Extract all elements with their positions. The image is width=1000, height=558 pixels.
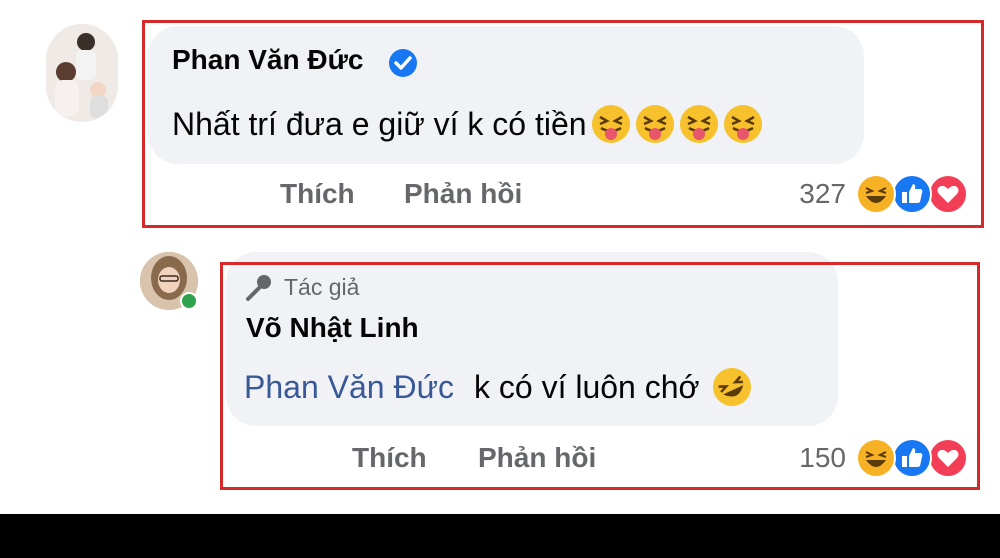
squinting-tongue-emoji-icon	[679, 104, 719, 144]
reply-like-button[interactable]: Thích	[352, 442, 427, 474]
comment-author[interactable]: Phan Văn Đức	[172, 44, 363, 76]
comment-body: Nhất trí đưa e giữ ví k có tiền	[172, 105, 587, 142]
reply-text: Phan Văn Đức k có ví luôn chớ	[244, 364, 752, 410]
reply-body: k có ví luôn chớ	[473, 368, 700, 405]
comment-text: Nhất trí đưa e giữ ví k có tiền	[172, 100, 763, 148]
squinting-tongue-emoji-icon	[635, 104, 675, 144]
reply-author[interactable]: Võ Nhật Linh	[246, 312, 419, 344]
reaction-count[interactable]: 327	[760, 178, 846, 210]
squinting-tongue-emoji-icon	[723, 104, 763, 144]
love-reaction-icon	[928, 438, 968, 478]
reply-reaction-count[interactable]: 150	[760, 442, 846, 474]
like-reaction-icon	[892, 438, 932, 478]
avatar-phan-van-duc[interactable]	[46, 24, 118, 122]
squinting-tongue-emoji-icon	[591, 104, 631, 144]
rolling-laughing-emoji-icon	[712, 367, 752, 407]
verified-badge-icon	[389, 49, 417, 77]
love-reaction-icon	[928, 174, 968, 214]
online-status-dot	[180, 292, 198, 310]
mention-link[interactable]: Phan Văn Đức	[244, 369, 454, 406]
haha-reaction-icon	[856, 438, 896, 478]
like-button[interactable]: Thích	[280, 178, 355, 210]
bottom-black-bar	[0, 514, 1000, 558]
author-badge-label: Tác giả	[284, 274, 360, 300]
reply-button[interactable]: Phản hồi	[404, 178, 522, 210]
reply-reply-button[interactable]: Phản hồi	[478, 442, 596, 474]
microphone-icon	[246, 275, 271, 301]
haha-reaction-icon	[856, 174, 896, 214]
family-photo-icon	[46, 24, 118, 122]
reply-reaction-icons[interactable]	[856, 438, 972, 478]
like-reaction-icon	[892, 174, 932, 214]
reaction-icons[interactable]	[856, 174, 972, 214]
